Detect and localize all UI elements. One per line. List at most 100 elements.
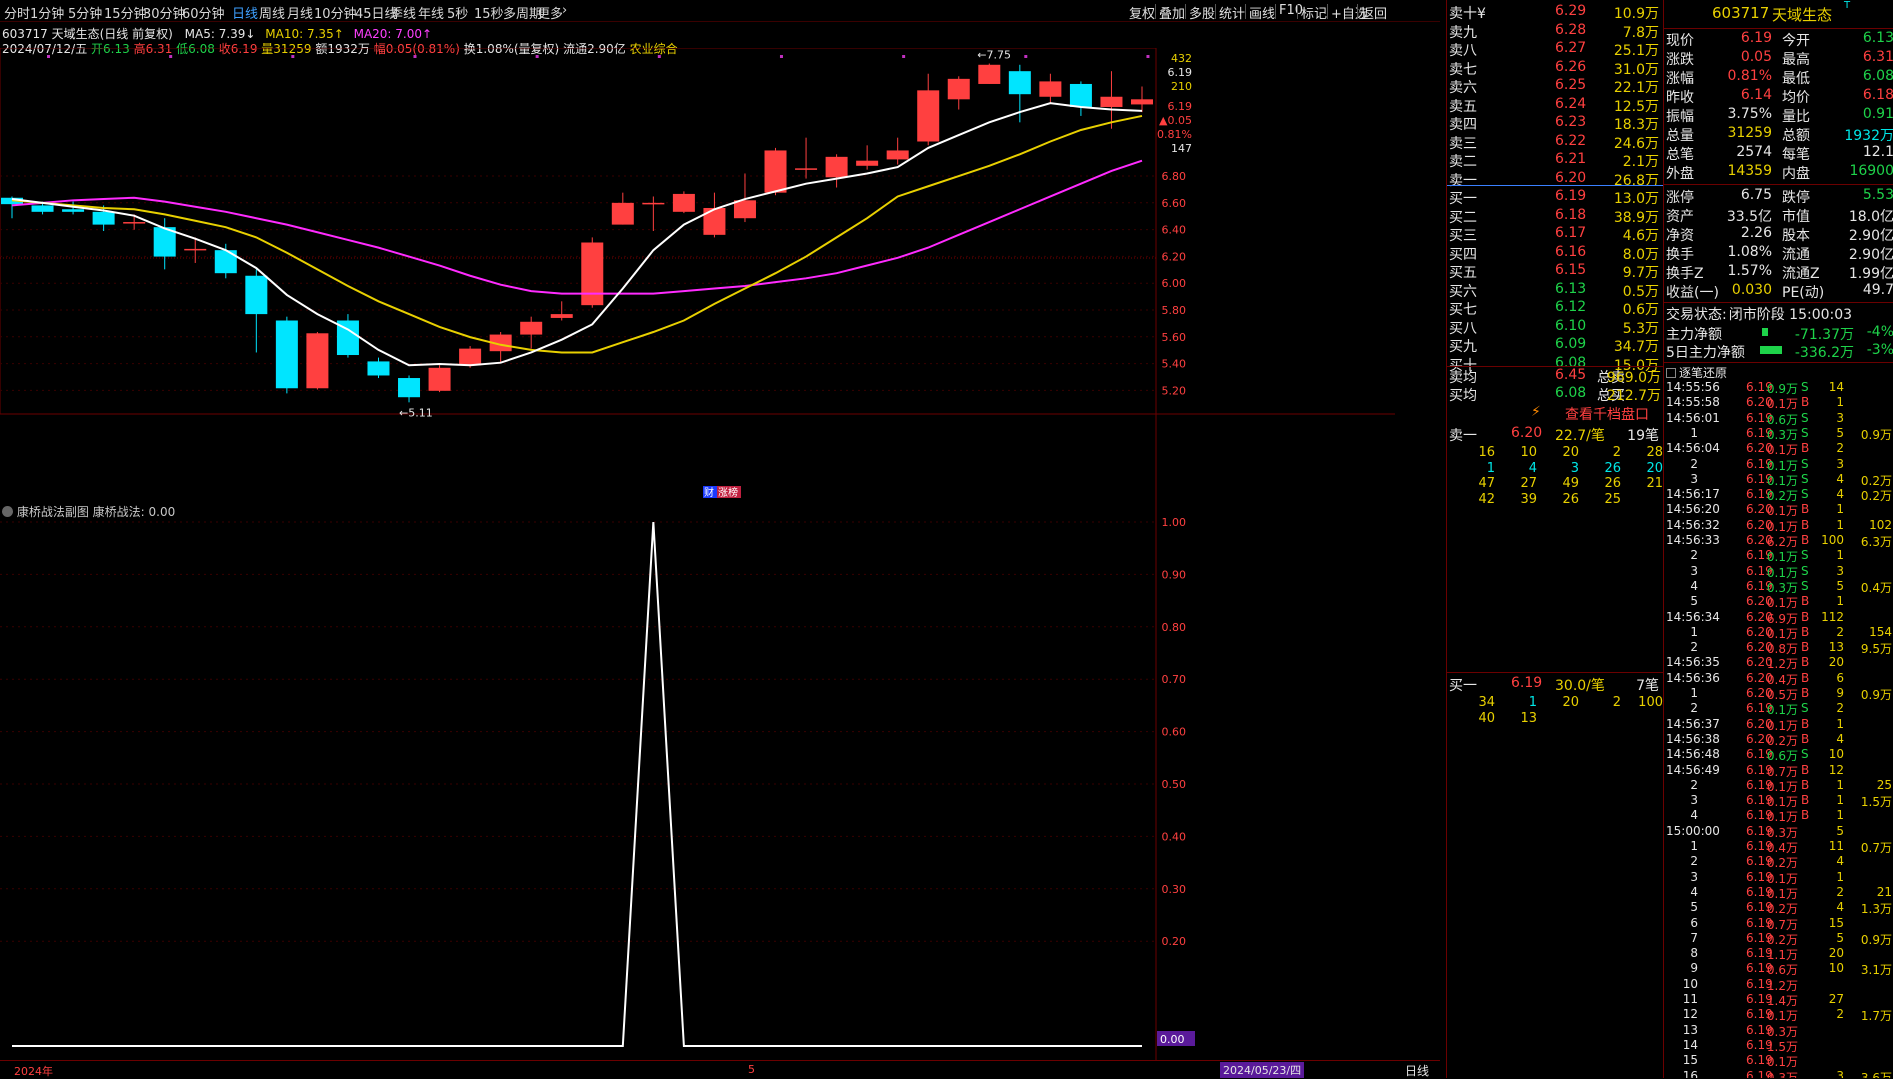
- period-tab[interactable]: 10分钟: [314, 3, 357, 22]
- tick-count: 112: [1821, 609, 1844, 624]
- toolbar-button[interactable]: 统计: [1219, 3, 1245, 22]
- sell-level-volume: 18.3万: [1613, 117, 1659, 133]
- tick-row: 16 6.19 0.3万 3 3.6万: [1666, 1069, 1893, 1079]
- toolbar-button[interactable]: 多股: [1189, 3, 1215, 22]
- period-tab[interactable]: 5分钟: [68, 3, 102, 22]
- queue-cell: 13: [1520, 710, 1537, 726]
- buy-level[interactable]: 买六 6.13 0.5万: [1449, 281, 1661, 300]
- tick-row: 14:56:36 6.20 0.4万 B 6: [1666, 671, 1893, 687]
- toolbar-button[interactable]: 复权: [1129, 3, 1155, 22]
- buy-level-price: 6.09: [1555, 336, 1587, 352]
- buy-level[interactable]: 买五 6.15 9.7万: [1449, 262, 1661, 281]
- buy-level[interactable]: 买七 6.12 0.6万: [1449, 299, 1661, 318]
- x-axis-period[interactable]: 日线: [1405, 1062, 1429, 1079]
- period-tab[interactable]: 日线: [232, 3, 258, 22]
- signal-dot: [535, 55, 539, 58]
- buy-level-volume: 0.6万: [1622, 302, 1659, 318]
- sell-level[interactable]: 卖二 6.21 2.1万: [1449, 151, 1661, 170]
- stat-label: 现价: [1666, 33, 1694, 49]
- sell-level-label: 卖十¥: [1449, 6, 1486, 22]
- signal-dot: [1146, 55, 1150, 58]
- trade-status-label: 交易状态:: [1666, 307, 1727, 323]
- sell-level[interactable]: 卖五 6.24 12.5万: [1449, 95, 1661, 115]
- buy-level[interactable]: 买二 6.18 38.9万: [1449, 207, 1661, 226]
- period-tab[interactable]: 1分钟: [30, 3, 64, 22]
- more-chevron-icon[interactable]: ›: [562, 3, 567, 18]
- period-tab[interactable]: 15秒: [474, 3, 504, 22]
- tick-time: 5: [1690, 900, 1698, 915]
- ma5-label[interactable]: MA5: 7.39↓: [185, 27, 256, 41]
- tick-time: 14:56:04: [1666, 441, 1720, 456]
- sell-level[interactable]: 卖十¥ 6.29 10.9万: [1449, 3, 1661, 22]
- period-tab[interactable]: 更多: [537, 3, 563, 22]
- netflow-row[interactable]: 主力净额 -71.37万 -4%: [1666, 324, 1893, 343]
- sell-level-volume: 10.9万: [1613, 6, 1659, 22]
- tick-count: 1: [1836, 777, 1844, 792]
- candlestick-chart[interactable]: 6.80 6.60 6.40 6.20 6.00 5.80 5.60 5.40 5.20 6.20…: [0, 48, 1395, 500]
- buy-level[interactable]: 买三 6.17 4.6万: [1449, 225, 1661, 244]
- toolbar-button[interactable]: 返回: [1361, 3, 1387, 22]
- tick-row: 14:55:56 6.19 0.9万 S 14: [1666, 380, 1893, 396]
- period-tab[interactable]: 15分钟: [104, 3, 147, 22]
- stat-value: 0.05: [1740, 49, 1772, 65]
- sell-level[interactable]: 卖九 6.28 7.8万: [1449, 22, 1661, 41]
- stat-value: 14359: [1727, 163, 1772, 179]
- tick-count: 4: [1836, 731, 1844, 746]
- stat-row-2: 换手Z 1.57% 流通Z 1.99亿: [1666, 263, 1893, 282]
- toolbar-button[interactable]: F10: [1279, 3, 1303, 18]
- kangqiao-subchart[interactable]: 1.00 0.90 0.80 0.70 0.60 0.50 0.40 0.30 0.20 0.00: [0, 500, 1395, 1060]
- tick-row: 14:56:17 6.19 0.2万 S 4 0.2万: [1666, 487, 1893, 503]
- view-depth-link[interactable]: ⚡ 查看千档盘口: [1447, 404, 1663, 424]
- sell-level-label: 卖一: [1449, 172, 1477, 189]
- sell-level[interactable]: 卖八 6.27 25.1万: [1449, 40, 1661, 59]
- stats-divider: [1664, 28, 1893, 29]
- tick-row: 1 6.19 0.4万 11 0.7万: [1666, 839, 1893, 855]
- sell-level[interactable]: 卖三 6.22 24.6万: [1449, 133, 1661, 152]
- tick-row: 2 6.19 0.1万 S 2: [1666, 701, 1893, 717]
- buy-level-label: 买九: [1449, 339, 1477, 355]
- period-tab[interactable]: 周线: [259, 3, 285, 22]
- sell-level-price: 6.29: [1555, 3, 1587, 19]
- tick-side: B: [1801, 808, 1810, 823]
- sell-level-price: 6.24: [1555, 95, 1587, 112]
- tick-list[interactable]: 逐笔还原 14:55:56 6.19 0.9万 S 14 14:55:58 6.20 0.1万 B…: [1664, 362, 1893, 1078]
- sell-level[interactable]: 卖六 6.25 22.1万: [1449, 77, 1661, 96]
- tick-side: B: [1801, 441, 1810, 456]
- ma10-label[interactable]: MA10: 7.35↑: [265, 27, 343, 41]
- period-tab[interactable]: 5秒: [447, 3, 468, 22]
- buy-level[interactable]: 买四 6.16 8.0万: [1449, 244, 1661, 263]
- period-tab[interactable]: 月线: [287, 3, 313, 22]
- tick-time: 2: [1690, 854, 1698, 869]
- stat-value: 6.14: [1740, 87, 1772, 103]
- orderbook-split: [1447, 185, 1663, 186]
- tick-row: 13 6.19 0.3万: [1666, 1023, 1893, 1039]
- toolbar-button[interactable]: 画线: [1249, 3, 1275, 22]
- queue-cell: 25: [1604, 491, 1621, 507]
- ma20-label[interactable]: MA20: 7.00↑: [354, 27, 432, 41]
- toolbar-button[interactable]: 标记: [1301, 3, 1327, 22]
- netflow-row[interactable]: 5日主力净额 -336.2万 -3%: [1666, 342, 1893, 361]
- buy1-queue-count: 7笔: [1636, 678, 1659, 694]
- period-tab[interactable]: 季线: [390, 3, 416, 22]
- tick-row: 2 6.19 0.2万 4: [1666, 854, 1893, 870]
- tick-row: 14:56:01 6.19 0.6万 S 3: [1666, 411, 1893, 427]
- period-tab[interactable]: 分时: [4, 3, 30, 22]
- toolbar-button[interactable]: 叠加: [1159, 3, 1185, 22]
- tick-time: 14:55:56: [1666, 380, 1720, 394]
- queue-cell: 100: [1638, 695, 1663, 710]
- tick-time: 14:56:37: [1666, 716, 1720, 731]
- sell-level[interactable]: 卖七 6.26 31.0万: [1449, 59, 1661, 78]
- order-book: 卖十¥ 6.29 10.9万 卖九 6.28 7.8万 卖八 6.27 25.1万 卖七 6.26 3…: [1447, 0, 1663, 374]
- period-tab[interactable]: 年线: [418, 3, 444, 22]
- price-axis-top-label: 147: [1171, 142, 1192, 155]
- buy-level[interactable]: 买一 6.19 13.0万: [1449, 188, 1661, 207]
- tick-row: 10 6.19 1.2万: [1666, 977, 1893, 993]
- period-tab[interactable]: 30分钟: [143, 3, 186, 22]
- stat-value: 2.90亿: [1848, 247, 1893, 263]
- tick-count: 1: [1836, 869, 1844, 884]
- buy-level[interactable]: 买九 6.09 34.7万: [1449, 336, 1661, 355]
- period-tab[interactable]: 60分钟: [182, 3, 225, 22]
- buy-level[interactable]: 买八 6.10 5.3万: [1449, 318, 1661, 337]
- signal-dot: [657, 55, 661, 58]
- sell-level[interactable]: 卖四 6.23 18.3万: [1449, 114, 1661, 133]
